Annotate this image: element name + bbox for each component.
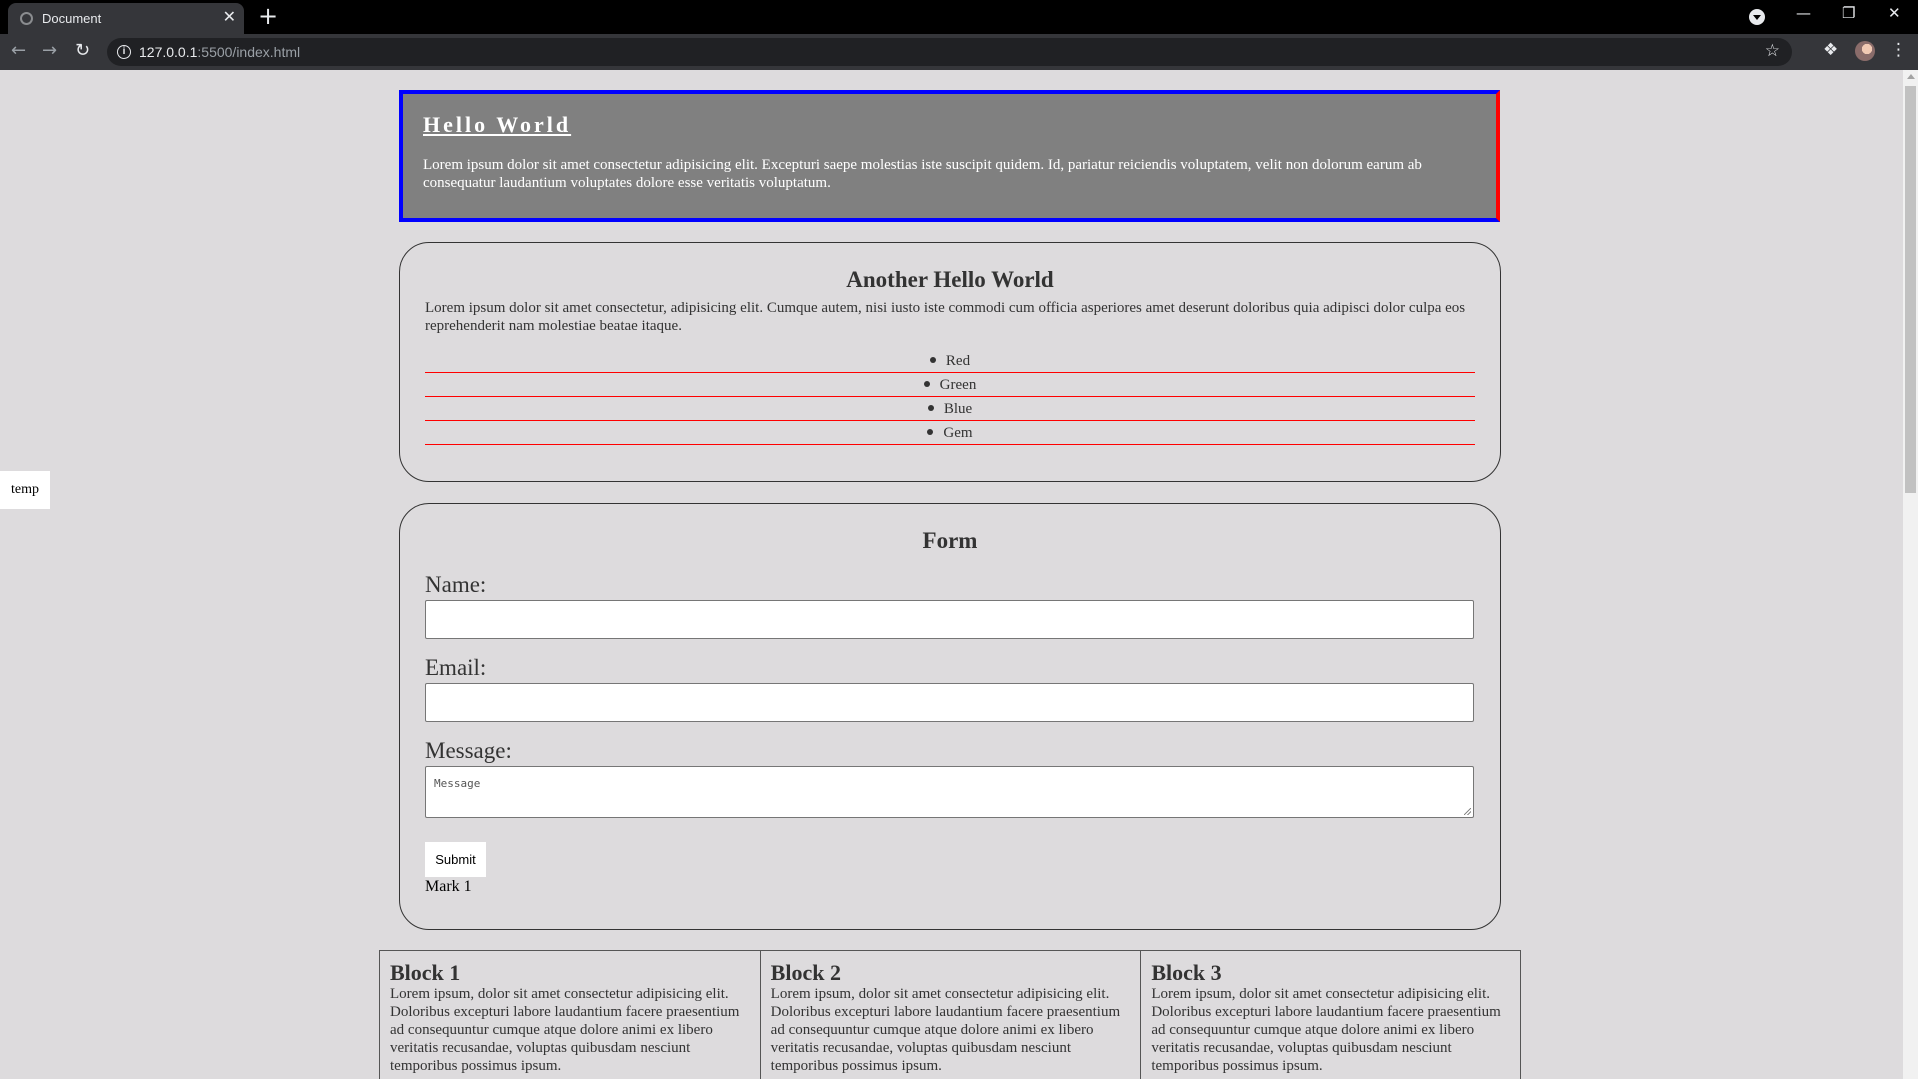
list-item: Green: [425, 373, 1475, 397]
block-2: Block 2 Lorem ipsum, dolor sit amet cons…: [759, 951, 1141, 1079]
bullet-icon: [923, 380, 930, 387]
blocks-row: Block 1 Lorem ipsum, dolor sit amet cons…: [379, 950, 1522, 1079]
minimize-button[interactable]: —: [1796, 4, 1811, 22]
globe-icon: [20, 12, 33, 25]
card-title: Another Hello World: [846, 267, 1054, 292]
bullet-icon: [927, 404, 934, 411]
tab-close-icon[interactable]: ✕: [223, 7, 236, 27]
vertical-scrollbar[interactable]: [1903, 70, 1918, 1079]
block-1: Block 1 Lorem ipsum, dolor sit amet cons…: [379, 951, 760, 1079]
bookmark-star-icon[interactable]: ☆: [1765, 41, 1780, 61]
form-card: Form Name: Email: Message: Message Submi…: [399, 503, 1501, 930]
avatar[interactable]: [1855, 41, 1875, 61]
url-host: 127.0.0.1: [139, 44, 198, 60]
block-text: Lorem ipsum, dolor sit amet consectetur …: [1151, 986, 1501, 1074]
block-text: Lorem ipsum, dolor sit amet consectetur …: [770, 986, 1121, 1074]
email-field[interactable]: [425, 683, 1474, 722]
scroll-thumb[interactable]: [1905, 86, 1916, 493]
list-item-label: Red: [945, 353, 971, 369]
bullet-icon: [929, 356, 936, 363]
list-item-label: Blue: [943, 401, 973, 417]
form-title: Form: [922, 528, 978, 553]
reload-icon[interactable]: ↻: [75, 40, 90, 61]
tab-title: Document: [42, 11, 102, 26]
forward-arrow-icon[interactable]: →: [42, 40, 57, 61]
block-title: Block 2: [770, 960, 841, 985]
browser-toolbar: ← → ↻ i 127.0.0.1:5500/index.html ☆ ❖ ⋮: [0, 34, 1918, 70]
card-text: Lorem ipsum dolor sit amet consectetur, …: [425, 300, 1466, 334]
block-title: Block 3: [1151, 960, 1222, 985]
more-menu-icon[interactable]: ⋮: [1890, 40, 1907, 60]
block-title: Block 1: [390, 960, 461, 985]
back-arrow-icon[interactable]: ←: [11, 40, 26, 61]
restore-button[interactable]: ❐: [1842, 4, 1855, 22]
address-bar[interactable]: i 127.0.0.1:5500/index.html ☆: [107, 38, 1792, 66]
name-label: Name:: [425, 572, 487, 597]
resize-grip-icon[interactable]: [1464, 808, 1471, 815]
profile-menu-icon[interactable]: [1749, 9, 1765, 25]
another-hello-card: Another Hello World Lorem ipsum dolor si…: [399, 242, 1501, 482]
extensions-puzzle-icon[interactable]: ❖: [1823, 40, 1838, 60]
block-text: Lorem ipsum, dolor sit amet consectetur …: [390, 986, 740, 1074]
scroll-up-arrow-icon[interactable]: [1907, 74, 1915, 79]
url-path: :5500/index.html: [197, 44, 301, 60]
block-3: Block 3 Lorem ipsum, dolor sit amet cons…: [1140, 951, 1522, 1079]
hero-section: Hello World Lorem ipsum dolor sit amet c…: [399, 90, 1500, 222]
list-item: Red: [425, 349, 1475, 373]
hero-text: Lorem ipsum dolor sit amet consectetur a…: [423, 157, 1422, 191]
new-tab-button[interactable]: +: [258, 2, 278, 30]
name-field[interactable]: [425, 600, 1474, 639]
color-list: Red Green Blue Gem: [425, 349, 1475, 445]
list-item: Gem: [425, 421, 1475, 445]
window-close-button[interactable]: ✕: [1888, 4, 1901, 22]
tab-bar: Document ✕ + — ❐ ✕: [0, 0, 1918, 34]
page-viewport: temp Hello World Lorem ipsum dolor sit a…: [0, 70, 1903, 1079]
tab-document[interactable]: Document ✕: [8, 3, 244, 34]
list-item-label: Green: [939, 377, 977, 393]
message-label: Message:: [425, 738, 512, 763]
hero-title: Hello World: [423, 112, 572, 137]
message-placeholder: Message: [434, 777, 481, 790]
list-item-label: Gem: [943, 425, 973, 441]
mark-text: Mark 1: [425, 878, 472, 895]
list-item: Blue: [425, 397, 1475, 421]
url-text: 127.0.0.1:5500/index.html: [139, 44, 300, 60]
temp-box: temp: [0, 471, 50, 509]
info-icon[interactable]: i: [117, 45, 131, 59]
bullet-icon: [927, 428, 934, 435]
submit-button[interactable]: Submit: [425, 842, 486, 877]
message-textarea[interactable]: Message: [425, 766, 1474, 818]
email-label: Email:: [425, 655, 487, 680]
